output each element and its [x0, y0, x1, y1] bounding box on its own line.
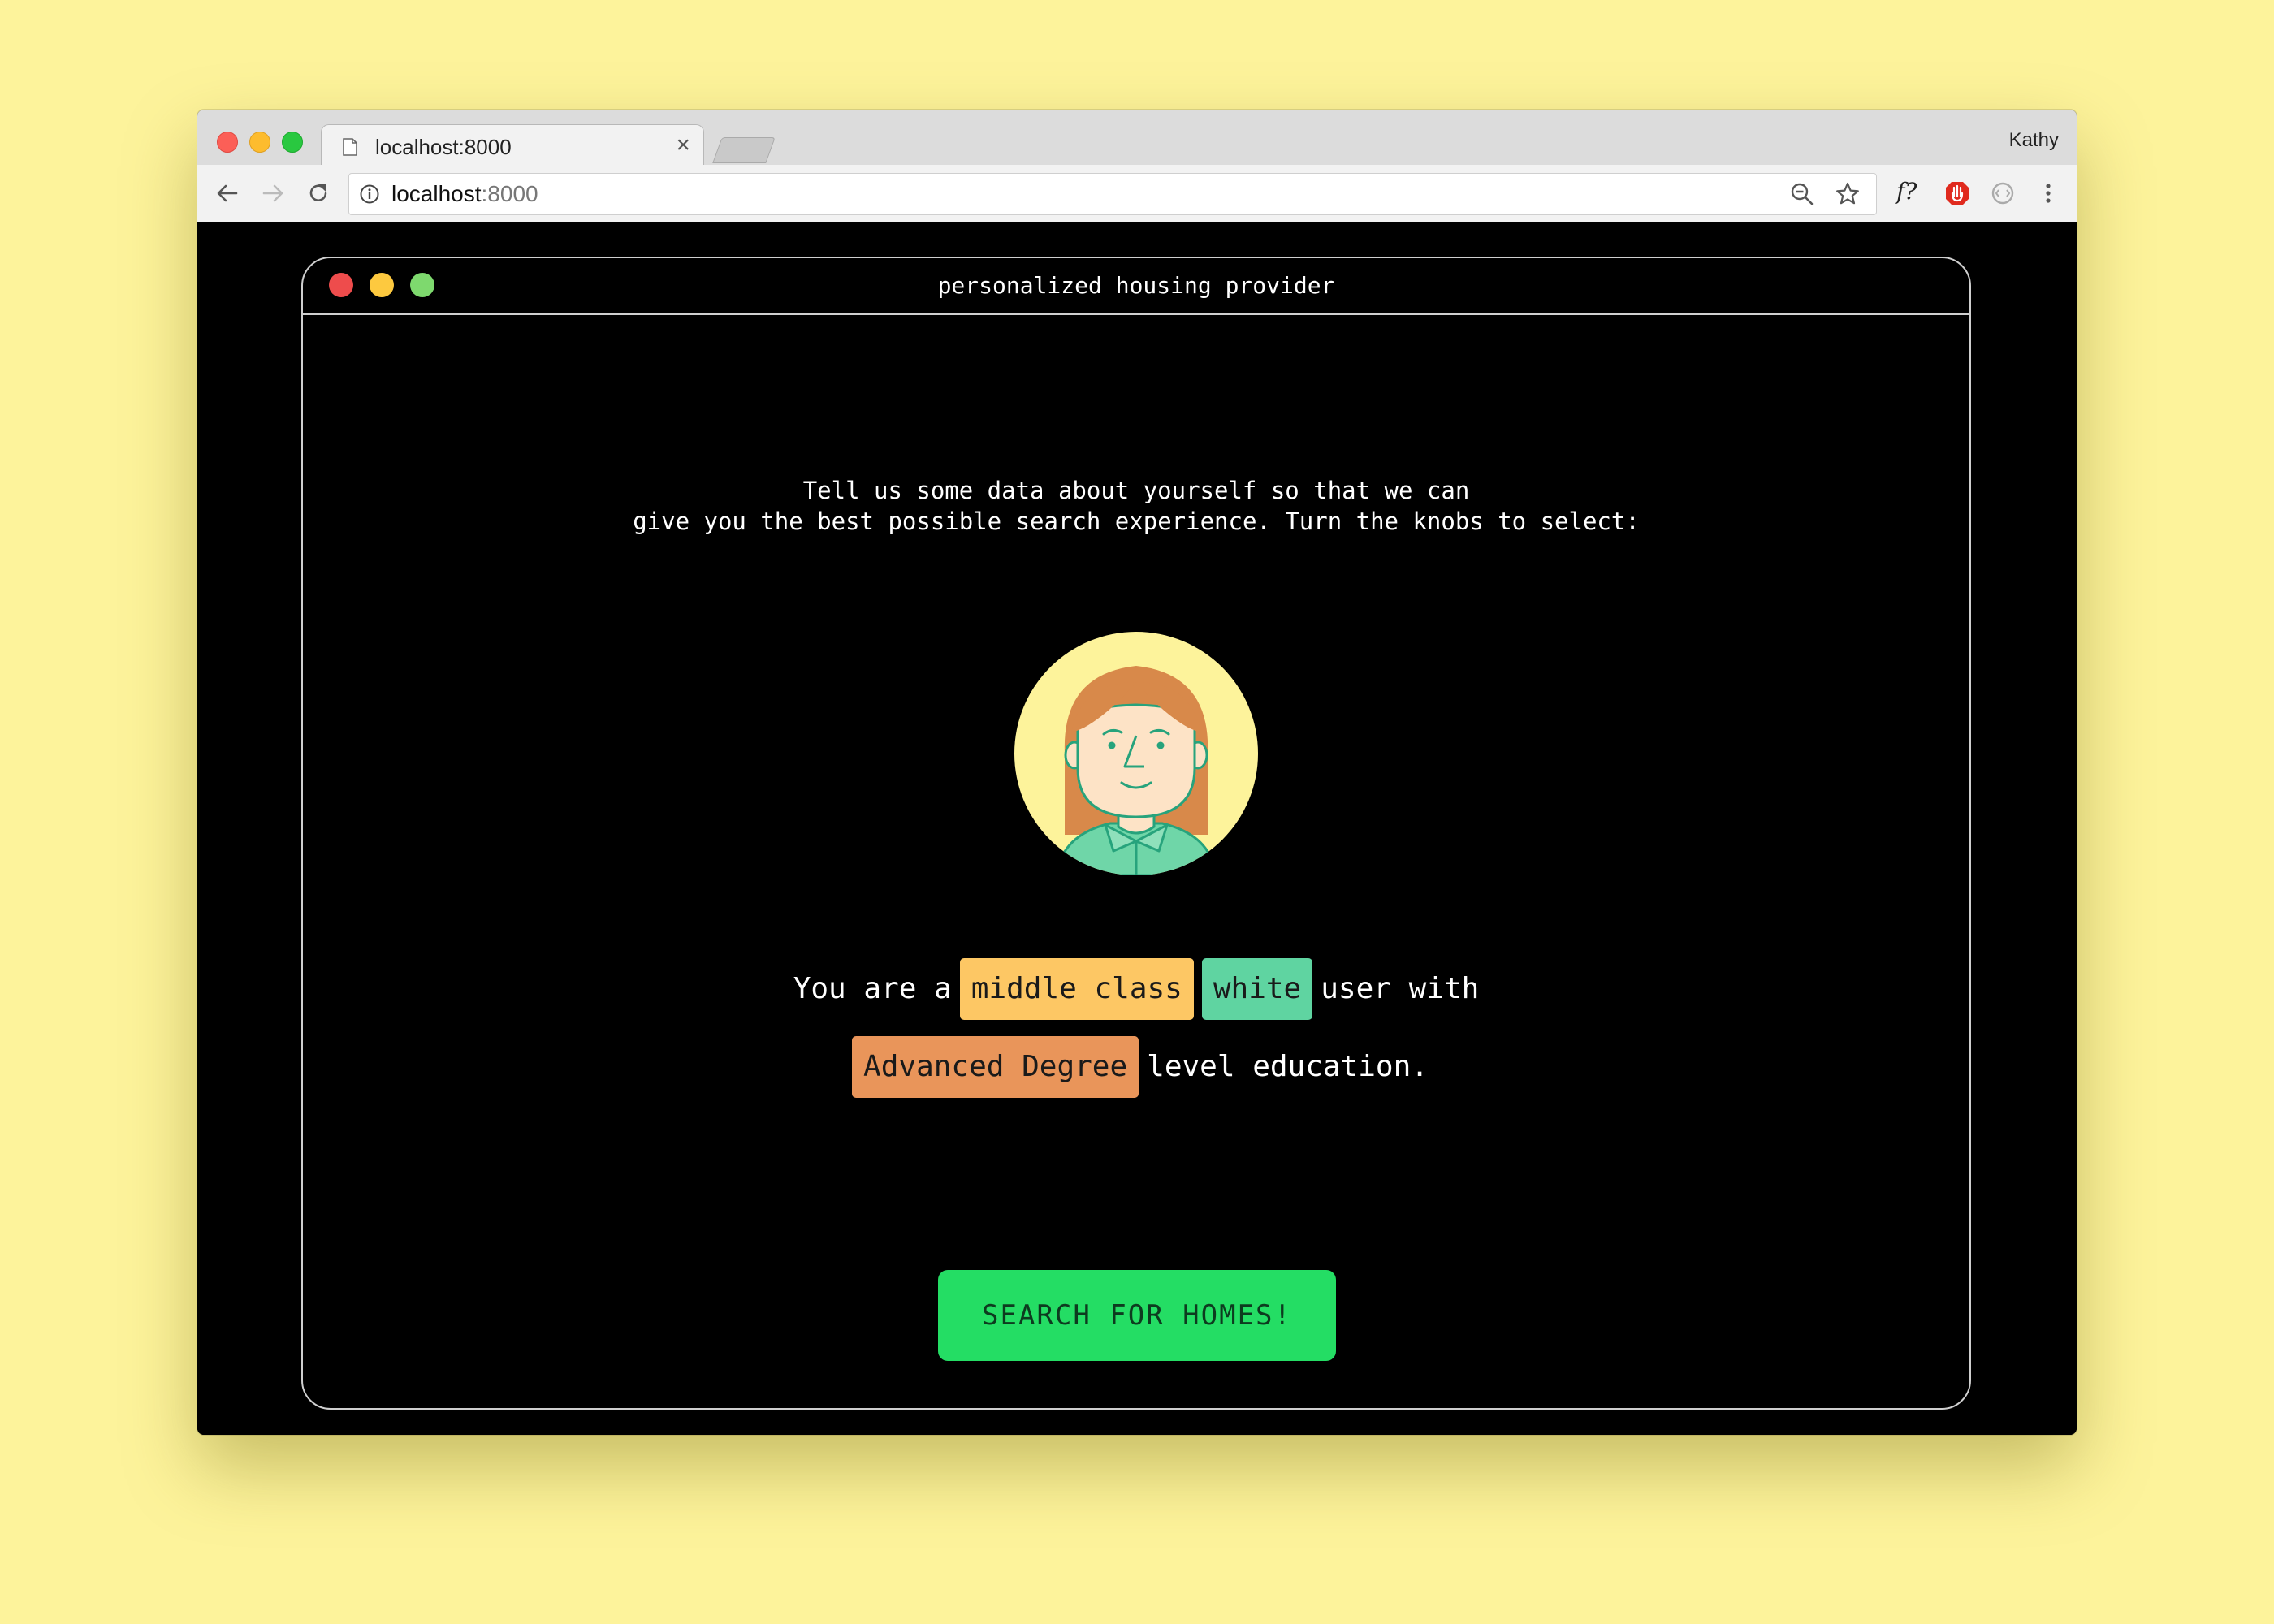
sentence-part-3: level education.	[1147, 1050, 1429, 1083]
class-knob[interactable]: middle class	[959, 958, 1194, 1020]
browser-tab[interactable]: localhost:8000 ×	[321, 124, 704, 169]
info-icon[interactable]	[359, 184, 380, 205]
sentence-line-1: You are a middle class white user with	[303, 958, 1969, 1020]
menu-icon[interactable]	[2034, 179, 2062, 207]
url-port: :8000	[481, 181, 538, 206]
search-homes-button[interactable]: SEARCH FOR HOMES!	[938, 1270, 1336, 1361]
close-icon[interactable]: ×	[676, 133, 690, 158]
reload-icon[interactable]	[305, 179, 332, 207]
zoom-icon[interactable]	[1788, 180, 1816, 208]
sentence-line-2: Advanced Degree level education.	[303, 1036, 1969, 1098]
extension-circle-icon[interactable]	[1989, 179, 2017, 207]
sentence-part-2: user with	[1321, 972, 1480, 1005]
star-icon[interactable]	[1834, 180, 1861, 208]
app-title: personalized housing provider	[937, 272, 1335, 299]
intro-line-2: give you the best possible search experi…	[633, 508, 1640, 535]
window-maximize-button[interactable]	[282, 132, 303, 153]
browser-toolbar: localhost:8000 f?	[197, 165, 2077, 222]
address-bar[interactable]: localhost:8000	[348, 173, 1877, 215]
window-close-button[interactable]	[217, 132, 238, 153]
intro-line-1: Tell us some data about yourself so that…	[802, 477, 1470, 504]
document-icon	[343, 138, 357, 156]
race-knob[interactable]: white	[1201, 958, 1313, 1020]
browser-titlebar: localhost:8000 × Kathy	[197, 110, 2077, 169]
vpn-icon[interactable]	[1943, 179, 1971, 207]
window-minimize-button[interactable]	[249, 132, 270, 153]
app-window: personalized housing provider Tell us so…	[301, 257, 1971, 1410]
url-host: localhost	[391, 181, 482, 206]
tab-title: localhost:8000	[375, 135, 512, 159]
education-knob[interactable]: Advanced Degree	[852, 1036, 1139, 1098]
extension-icon[interactable]: f?	[1896, 178, 1917, 205]
url-text: localhost:8000	[391, 182, 538, 206]
app-header: personalized housing provider	[303, 258, 1969, 315]
avatar-illustration	[1014, 632, 1258, 875]
forward-arrow-icon[interactable]	[259, 179, 287, 207]
new-tab-button[interactable]	[712, 137, 776, 163]
profile-name[interactable]: Kathy	[2009, 129, 2059, 152]
back-arrow-icon[interactable]	[214, 179, 241, 207]
sentence-part-1: You are a	[793, 972, 952, 1005]
intro-text: Tell us some data about yourself so that…	[303, 475, 1969, 537]
